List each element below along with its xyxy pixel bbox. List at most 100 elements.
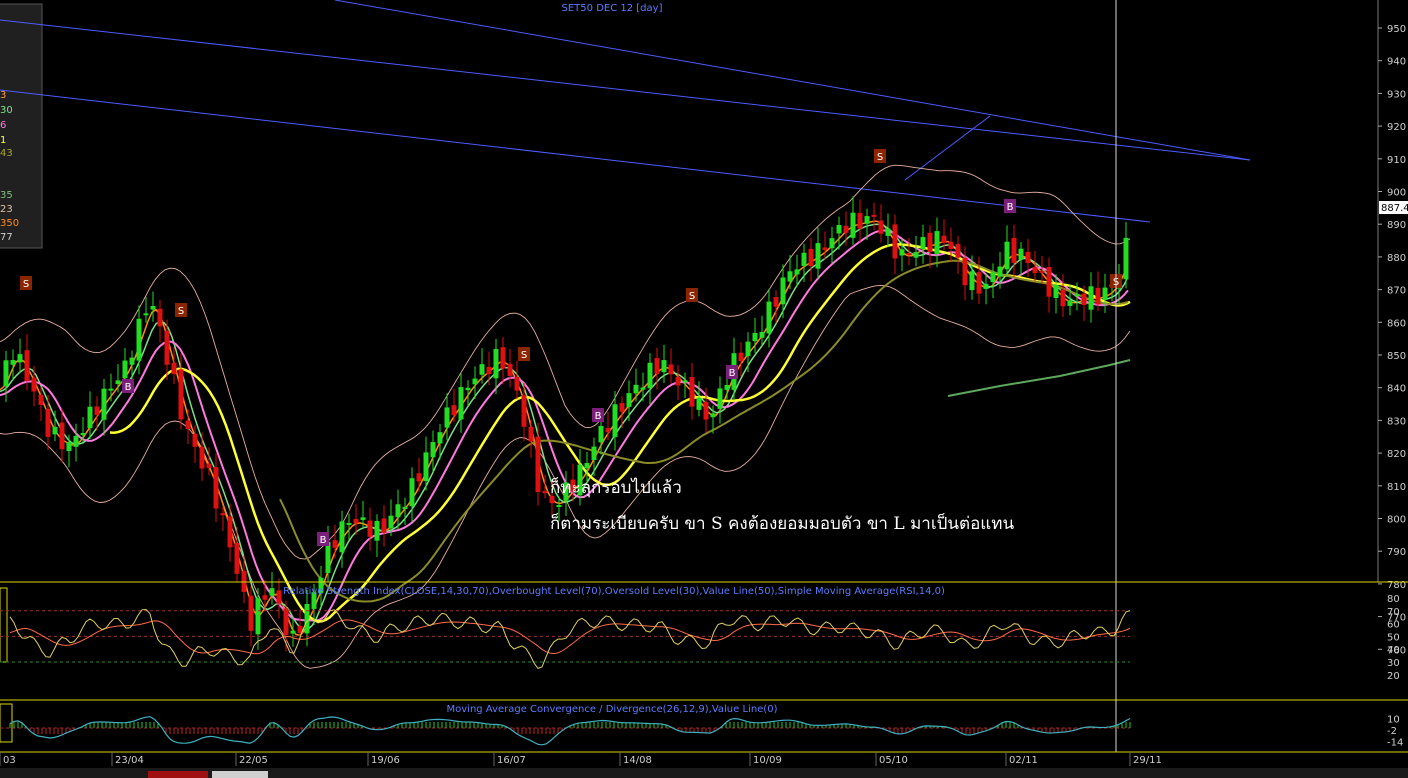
candle-body xyxy=(59,422,65,450)
candle-body xyxy=(409,478,415,507)
candle-body xyxy=(479,364,485,375)
candle-body xyxy=(1018,248,1024,260)
candle-body xyxy=(703,401,709,420)
candle-body xyxy=(654,358,660,374)
date-label: 23/04 xyxy=(115,755,144,766)
candle-body xyxy=(829,238,835,249)
candle-body xyxy=(262,595,268,600)
annotation-line-2: ก็ตามระเบียบครับ ขา S คงต้องยอมมอบตัว ขา… xyxy=(550,512,1014,534)
candle-body xyxy=(178,369,184,420)
candle-body xyxy=(1025,251,1031,264)
candle-body xyxy=(115,380,121,385)
candle-body xyxy=(374,520,380,541)
date-label: 03 xyxy=(3,755,16,766)
price-tick-label: 950 xyxy=(1387,24,1406,35)
candle-body xyxy=(24,350,30,381)
candle-body xyxy=(269,588,275,596)
candle-body xyxy=(66,442,72,451)
candle-body xyxy=(759,331,765,338)
price-tick-label: 880 xyxy=(1387,253,1406,264)
candle-body xyxy=(710,413,716,418)
signal-label: S xyxy=(877,152,883,163)
candle-body xyxy=(185,420,191,429)
candle-body xyxy=(717,388,723,409)
candle-body xyxy=(339,521,345,553)
rsi-tick-label: 70 xyxy=(1387,607,1400,618)
candle-body xyxy=(1053,284,1059,299)
candle-body xyxy=(1004,241,1010,270)
candle-body xyxy=(878,220,884,234)
candle-body xyxy=(689,377,695,407)
candle-body xyxy=(626,393,632,407)
candle-body xyxy=(444,407,450,428)
price-tick-label: 870 xyxy=(1387,286,1406,297)
candle-body xyxy=(682,380,688,383)
candle-body xyxy=(381,518,387,533)
chart-canvas[interactable]: 3 30 6 1 43 35 23 350 77 SET50 DEC 12 [d… xyxy=(0,0,1408,778)
candle-body xyxy=(1060,289,1066,307)
candle-body xyxy=(1095,287,1101,305)
candle-body xyxy=(920,237,926,250)
candle-body xyxy=(423,452,429,482)
candle-body xyxy=(346,522,352,525)
candle-body xyxy=(1011,237,1017,263)
legend-value: 35 xyxy=(0,190,13,201)
candle-body xyxy=(542,491,548,494)
rsi-title: Relative Strength Index(CLOSE,14,30,70),… xyxy=(283,586,945,597)
date-label: 29/11 xyxy=(1133,755,1162,766)
candle-body xyxy=(990,272,996,283)
signal-label: S xyxy=(178,306,184,317)
candle-body xyxy=(416,473,422,482)
signal-label: B xyxy=(595,411,602,422)
candle-body xyxy=(906,252,912,255)
candle-body xyxy=(143,313,149,316)
signal-label: S xyxy=(689,291,695,302)
date-label: 02/11 xyxy=(1009,755,1038,766)
rsi-tick-label: 50 xyxy=(1387,632,1400,643)
candle-body xyxy=(514,376,520,391)
price-tick-label: 910 xyxy=(1387,155,1406,166)
candle-body xyxy=(430,442,436,458)
candle-body xyxy=(640,387,646,390)
candle-body xyxy=(290,630,296,634)
candle-body xyxy=(752,332,758,342)
date-label: 19/06 xyxy=(371,755,400,766)
candle-body xyxy=(521,395,527,427)
candle-body xyxy=(738,352,744,362)
candle-body xyxy=(73,435,79,447)
date-label: 22/05 xyxy=(239,755,268,766)
chart-title: SET50 DEC 12 [day] xyxy=(562,3,663,14)
date-label: 10/09 xyxy=(753,755,782,766)
candle-body xyxy=(815,243,821,269)
candle-body xyxy=(1039,270,1045,273)
macd-tick-label: 10 xyxy=(1387,714,1400,725)
candle-body xyxy=(1032,267,1038,274)
candle-body xyxy=(605,428,611,433)
signal-label: S xyxy=(521,350,527,361)
candle-body xyxy=(948,241,954,249)
candle-body xyxy=(787,271,793,282)
candle-body xyxy=(325,541,331,573)
candle-body xyxy=(969,271,975,291)
candle-body xyxy=(612,404,618,437)
macd-tick-label: -2 xyxy=(1387,726,1397,737)
candle-body xyxy=(332,540,338,548)
candle-body xyxy=(941,235,947,243)
candle-body xyxy=(458,387,464,420)
price-tick-label: 860 xyxy=(1387,318,1406,329)
candle-body xyxy=(199,446,205,469)
legend-value: 350 xyxy=(0,218,19,229)
legend-value: 77 xyxy=(0,232,13,243)
legend-value: 3 xyxy=(0,90,6,101)
annotation-line-1: ก็ทะลุกรอบไปแล้ว xyxy=(550,476,682,498)
toolbar-tab[interactable] xyxy=(212,771,268,778)
candle-body xyxy=(500,347,506,369)
candle-body xyxy=(955,244,961,258)
candle-body xyxy=(528,426,534,442)
candle-body xyxy=(1081,293,1087,305)
candle-body xyxy=(507,363,513,376)
price-tick-label: 810 xyxy=(1387,482,1406,493)
candle-body xyxy=(934,231,940,254)
toolbar-tab[interactable] xyxy=(148,771,208,778)
candle-body xyxy=(45,408,51,437)
